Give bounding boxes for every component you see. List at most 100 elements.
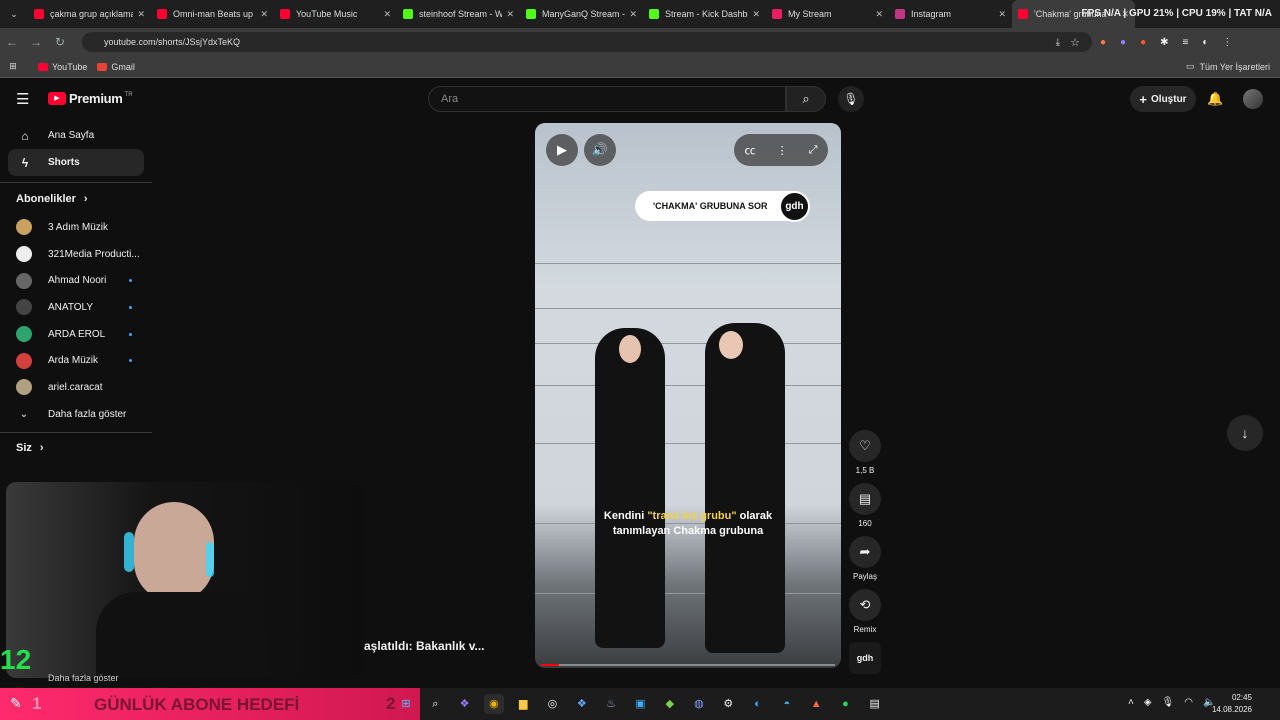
media-icon[interactable]: ▲ — [806, 694, 826, 714]
voice-search-button[interactable]: 🎙 — [838, 86, 864, 112]
all-bookmarks[interactable]: ▭ Tüm Yer İşaretleri — [1186, 61, 1270, 72]
discord-icon[interactable]: ◍ — [689, 694, 709, 714]
install-app-icon[interactable]: ⤓ — [1056, 37, 1060, 48]
reload-icon[interactable]: ↻ — [48, 35, 72, 49]
comment-button[interactable]: ▤ 160 — [848, 483, 882, 528]
show-more-button[interactable]: ⌄ Daha fazla göster — [0, 401, 152, 428]
wifi-icon[interactable]: ◠ — [1184, 697, 1193, 708]
puzzle-icon[interactable]: ✱ — [1160, 37, 1168, 48]
browser-tab[interactable]: Instagram ✕ — [889, 0, 1012, 28]
app-icon[interactable]: ▤ — [865, 694, 885, 714]
background-stripe — [535, 263, 841, 264]
microphone-icon[interactable]: 🎙 — [1162, 697, 1175, 708]
browser-tab[interactable]: Omni-man Beats up ✕ — [151, 0, 274, 28]
caption-highlight: "trans kız grubu" — [647, 510, 737, 522]
subscription-item[interactable]: 3 Adım Müzik — [0, 214, 152, 241]
tab-close-icon[interactable]: ✕ — [137, 9, 145, 20]
subscriptions-header[interactable]: Abonelikler › — [0, 182, 152, 214]
channel-name: ariel.caracat — [48, 381, 103, 393]
profile-icon[interactable]: ◐ — [1202, 37, 1208, 48]
chevron-up-icon[interactable]: ˄ — [1128, 697, 1134, 708]
bookmark-item[interactable]: YouTube — [38, 62, 87, 72]
progress-bar[interactable] — [541, 664, 835, 666]
settings-icon[interactable]: ⚙ — [718, 694, 738, 714]
edge-icon[interactable]: ◓ — [777, 694, 797, 714]
captions-icon[interactable]: ㏄ — [745, 142, 756, 158]
game-icon[interactable]: ◆ — [660, 694, 680, 714]
search-input[interactable]: Ara — [428, 86, 786, 112]
extension-icon[interactable]: ● — [1120, 37, 1126, 48]
tab-close-icon[interactable]: ✕ — [998, 9, 1006, 20]
subscription-item[interactable]: 321Media Producti... — [0, 241, 152, 268]
fullscreen-icon[interactable]: ⤢ — [809, 144, 818, 157]
avatar[interactable] — [1243, 89, 1263, 109]
copilot-icon[interactable]: ❖ — [455, 694, 475, 714]
tab-close-icon[interactable]: ✕ — [875, 9, 883, 20]
news-headline: aşlatıldı: Bakanlık v... — [364, 639, 485, 653]
youtube-header: ☰ ▶ Premium TR Ara ⌕ 🎙 + Oluştur 🔔 — [0, 80, 1280, 120]
subscription-item[interactable]: ariel.caracat — [0, 374, 152, 401]
steam-icon[interactable]: ♨ — [601, 694, 621, 714]
volume-button[interactable]: 🔊 — [584, 134, 616, 166]
sidebar-item-home[interactable]: ⌂ Ana Sayfa — [0, 122, 152, 149]
you-section-header[interactable]: Siz › — [0, 431, 152, 464]
like-button[interactable]: ♡ 1,5 B — [848, 430, 882, 475]
chevron-right-icon: › — [83, 192, 88, 205]
more-options-icon[interactable]: ⋮ — [777, 144, 788, 157]
clock[interactable]: 02:45 14.08.2026 — [1212, 692, 1252, 716]
subscription-item[interactable]: Ahmad Noori — [0, 267, 152, 294]
forward-icon[interactable]: → — [24, 35, 48, 49]
back-icon[interactable]: ← — [0, 35, 24, 49]
photos-icon[interactable]: ▣ — [630, 694, 650, 714]
create-button[interactable]: + Oluştur — [1130, 86, 1196, 112]
search-button[interactable]: ⌕ — [786, 86, 826, 112]
hamburger-icon[interactable]: ☰ — [16, 90, 29, 108]
channel-avatar — [16, 299, 32, 316]
chrome-icon[interactable]: ◉ — [483, 694, 504, 714]
tab-close-icon[interactable]: ✕ — [752, 9, 760, 20]
browser-tab[interactable]: ManyGanQ Stream - ✕ — [520, 0, 643, 28]
new-content-dot — [129, 359, 132, 363]
viewer-counter: 12 — [0, 644, 32, 675]
subscription-item[interactable]: ANATOLY — [0, 294, 152, 321]
tab-close-icon[interactable]: ✕ — [629, 9, 637, 20]
search-icon[interactable]: ⌕ — [425, 694, 445, 714]
shorts-video-player[interactable]: ▶ 🔊 ㏄ ⋮ ⤢ 'CHAKMA' GRUBUNA SOR gdh Kendi… — [535, 123, 841, 668]
bookmark-star-icon[interactable]: ☆ — [1070, 36, 1080, 49]
spotify-icon[interactable]: ● — [835, 694, 855, 714]
subscription-item[interactable]: Arda Müzik — [0, 347, 152, 374]
channel-avatar — [16, 352, 32, 369]
extension-icon[interactable]: ● — [1140, 37, 1146, 48]
extension-icon[interactable]: ● — [1100, 37, 1106, 48]
obs-icon[interactable]: ◎ — [542, 694, 562, 714]
tab-close-icon[interactable]: ✕ — [383, 9, 391, 20]
browser-tab[interactable]: steinhoof Stream - W ✕ — [397, 0, 520, 28]
browser-tab[interactable]: YouTube Music ✕ — [274, 0, 397, 28]
browser-tab[interactable]: Stream - Kick Dashbo ✕ — [643, 0, 766, 28]
show-more-bottom[interactable]: Daha fazla göster — [48, 673, 119, 683]
play-button[interactable]: ▶ — [546, 134, 578, 166]
file-explorer-icon[interactable]: ▆ — [513, 694, 533, 714]
browser-tab[interactable]: My Stream ✕ — [766, 0, 889, 28]
youtube-logo[interactable]: ▶ Premium TR — [48, 91, 133, 106]
app-icon[interactable]: ❖ — [572, 694, 592, 714]
tab-close-icon[interactable]: ✕ — [260, 9, 268, 20]
bell-icon[interactable]: 🔔 — [1207, 91, 1223, 107]
channel-avatar-button[interactable]: gdh — [848, 642, 882, 674]
tab-close-icon[interactable]: ✕ — [506, 9, 514, 20]
bookmark-item[interactable]: Gmail — [97, 62, 135, 72]
sidebar-item-shorts[interactable]: ϟ Shorts — [8, 149, 144, 176]
network-icon[interactable]: ◈ — [1144, 697, 1152, 708]
windows-start-icon[interactable]: ⊞ — [396, 694, 416, 714]
media-icon[interactable]: ≡ — [1183, 37, 1189, 48]
remix-button[interactable]: ⟲ Remix — [848, 589, 882, 634]
url-field[interactable]: youtube.com/shorts/JSsjYdxTeKQ ⤓ ☆ — [82, 32, 1092, 52]
subscription-item[interactable]: ARDA EROL — [0, 321, 152, 348]
kebab-menu-icon[interactable]: ⋮ — [1222, 37, 1232, 48]
next-short-button[interactable]: ↓ — [1227, 415, 1263, 451]
apps-grid-icon[interactable]: ⊞ — [0, 61, 26, 72]
share-button[interactable]: ➦ Paylaş — [848, 536, 882, 581]
tab-search-chevron-icon[interactable]: ⌄ — [0, 9, 28, 20]
browser-tab[interactable]: çakma grup açıklama ✕ — [28, 0, 151, 28]
messenger-icon[interactable]: ◐ — [748, 694, 768, 714]
